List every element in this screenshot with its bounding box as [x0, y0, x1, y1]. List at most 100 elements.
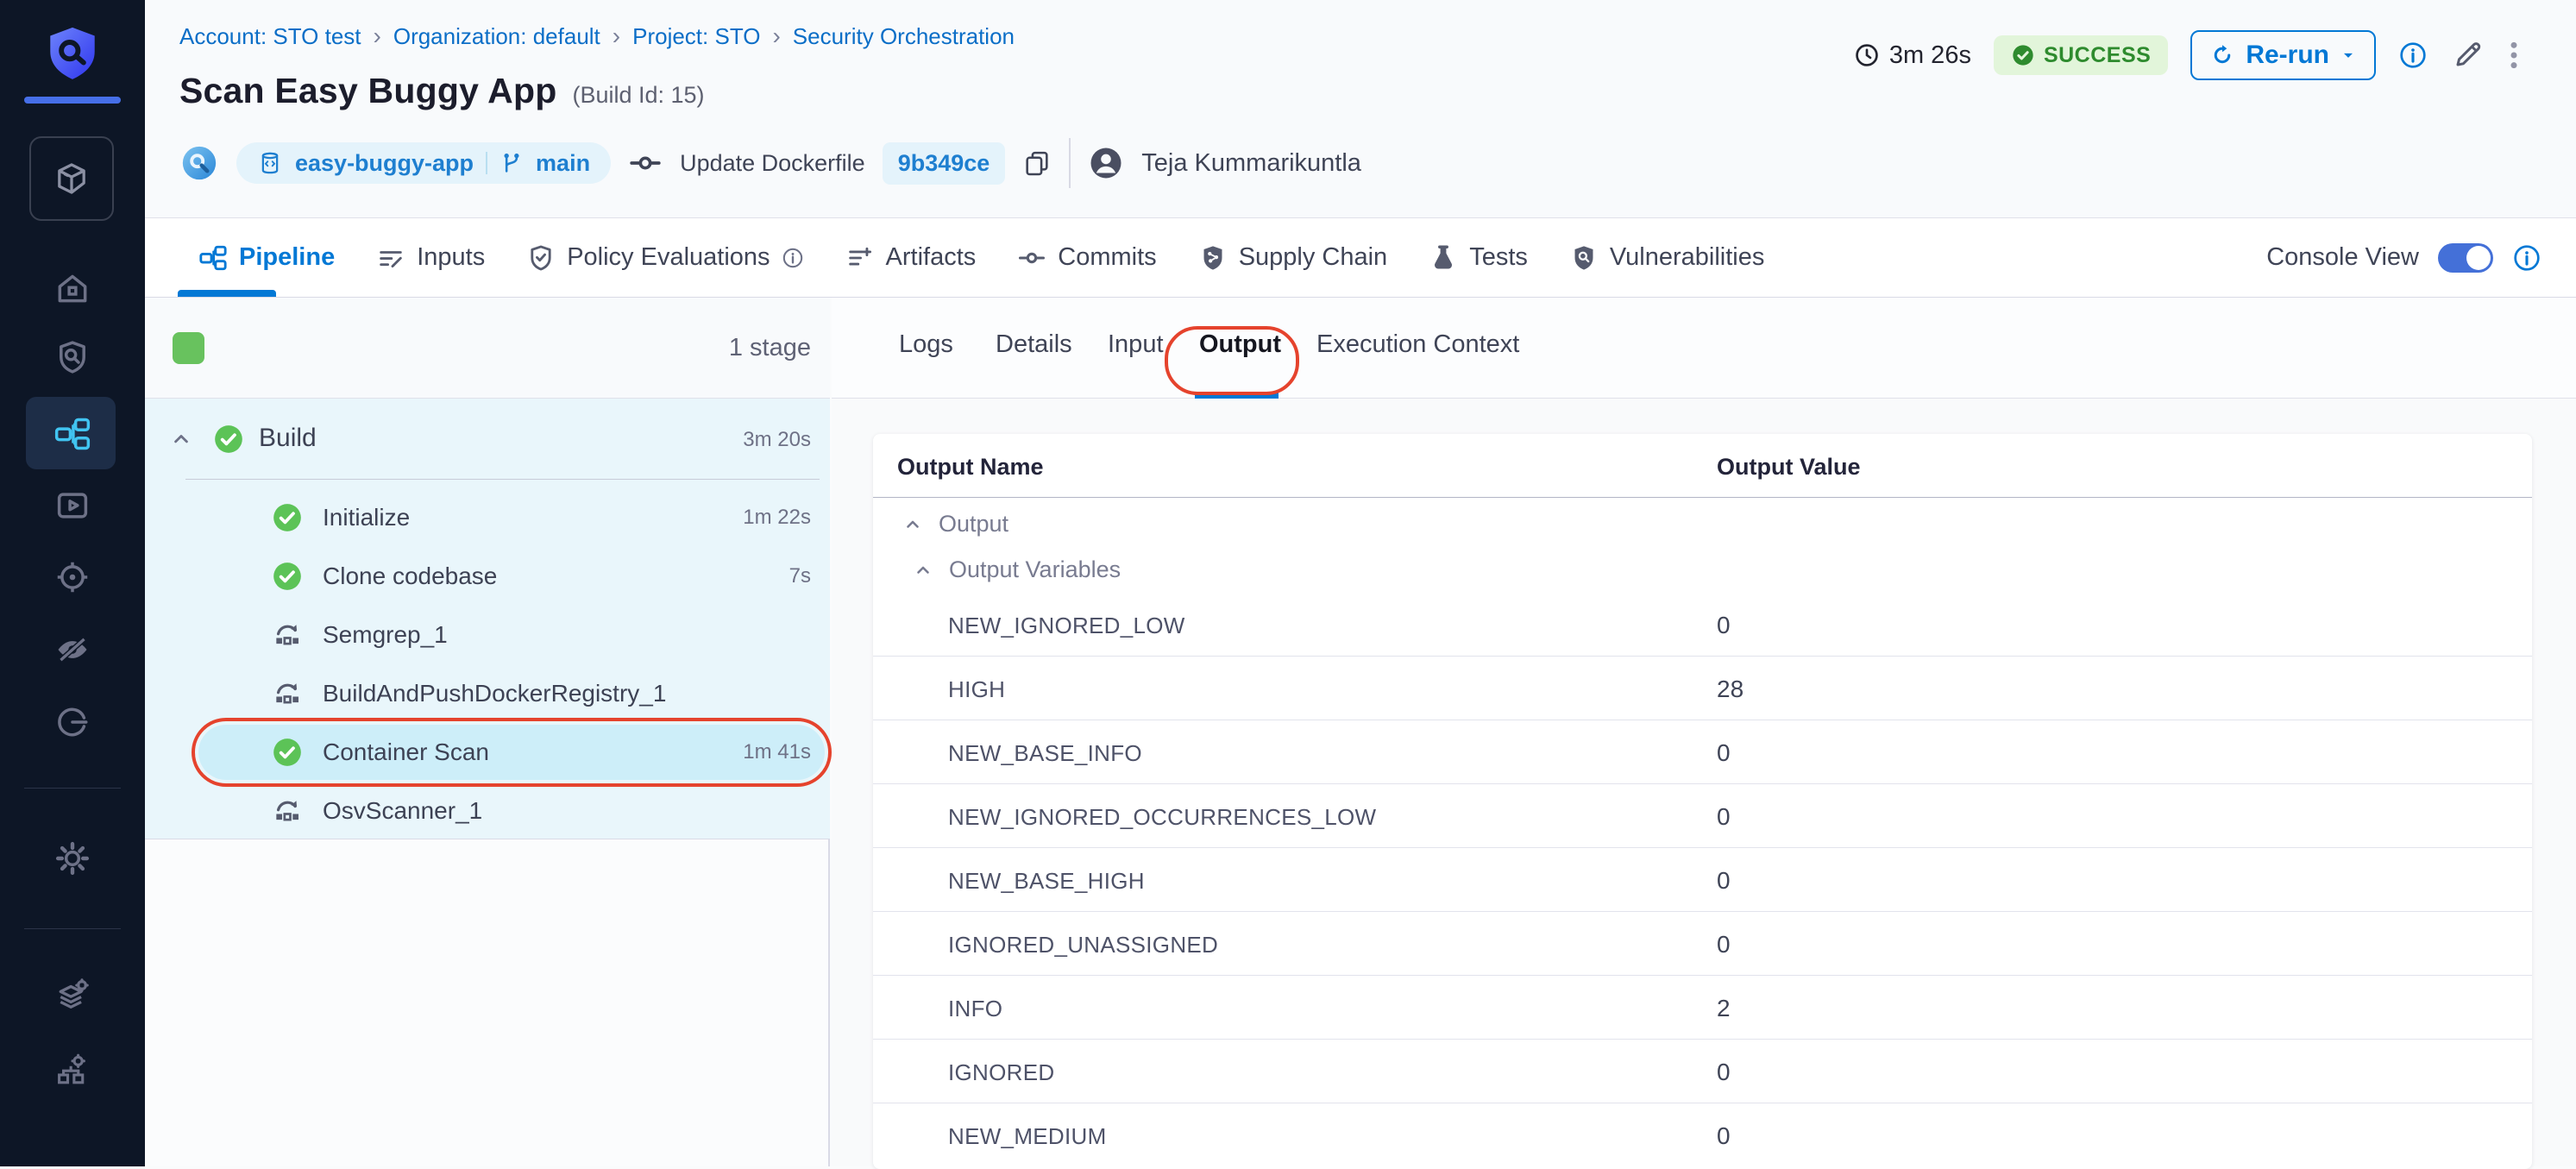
stage-label: Build — [259, 424, 317, 453]
commit-sha-pill[interactable]: 9b349ce — [883, 142, 1006, 185]
rail-divider — [24, 928, 121, 929]
repo-branch-pill[interactable]: easy-buggy-app main — [236, 142, 611, 184]
breadcrumb-module[interactable]: Security Orchestration — [793, 23, 1015, 50]
detail-tab-details[interactable]: Details — [996, 330, 1072, 359]
group-row-output-variables[interactable]: Output Variables — [873, 548, 2532, 593]
output-table-card: Output Name Output Value Output Output V… — [873, 434, 2532, 1169]
artifacts-icon — [845, 243, 875, 273]
detail-tab-execution-context[interactable]: Execution Context — [1316, 330, 1519, 359]
column-output-name: Output Name — [897, 454, 1044, 481]
chevron-up-icon[interactable] — [169, 427, 193, 451]
scans-nav-item[interactable] — [0, 338, 145, 376]
step-row-semgrep[interactable]: Semgrep_1 — [145, 606, 830, 664]
console-view-toggle[interactable] — [2438, 243, 2493, 273]
output-table-header: Output Name Output Value — [873, 434, 2532, 498]
meta-divider — [1069, 138, 1071, 188]
kebab-menu-icon[interactable] — [2507, 38, 2521, 72]
active-tab-underline — [178, 290, 276, 297]
author-name: Teja Kummarikuntla — [1141, 149, 1361, 178]
edit-pencil-icon[interactable] — [2450, 38, 2485, 72]
eye-off-icon — [53, 631, 91, 669]
home-nav-item[interactable] — [0, 269, 145, 307]
tab-inputs[interactable]: Inputs — [376, 243, 485, 273]
breadcrumb-account[interactable]: Account: STO test — [179, 23, 361, 50]
repo-name[interactable]: easy-buggy-app — [295, 150, 474, 177]
default-settings-nav-item[interactable] — [0, 976, 145, 1014]
executions-nav-item[interactable] — [0, 487, 145, 525]
output-var-row: INFO 2 — [873, 976, 2532, 1040]
vulnerabilities-shield-icon — [1569, 243, 1599, 273]
supply-chain-shield-icon — [1198, 243, 1228, 273]
org-structure-gear-icon — [53, 1050, 91, 1088]
layers-gear-icon — [53, 976, 91, 1014]
commit-message[interactable]: Update Dockerfile — [680, 150, 865, 177]
pipelines-nav-item[interactable] — [0, 415, 145, 453]
inputs-icon — [376, 243, 405, 273]
sto-shield-logo-icon[interactable] — [0, 26, 145, 85]
detail-tab-input[interactable]: Input — [1108, 330, 1164, 359]
output-var-row: NEW_IGNORED_OCCURRENCES_LOW 0 — [873, 784, 2532, 848]
step-row-clone-codebase[interactable]: Clone codebase 7s — [145, 547, 830, 606]
loop-strategy-icon — [271, 677, 304, 710]
chevron-up-icon[interactable] — [913, 560, 933, 581]
stage-count-label: 1 stage — [729, 334, 811, 362]
detail-tabbar: Logs Details Input Output Execution Cont… — [832, 298, 2576, 399]
step-row-buildandpush[interactable]: BuildAndPushDockerRegistry_1 — [145, 664, 830, 723]
build-id-label: (Build Id: 15) — [572, 82, 704, 109]
success-check-icon — [271, 560, 304, 593]
duration-wrap: 3m 26s — [1853, 41, 1971, 70]
tab-pipeline[interactable]: Pipeline — [198, 243, 335, 273]
tab-tests[interactable]: Tests — [1429, 243, 1528, 273]
tab-artifacts[interactable]: Artifacts — [845, 243, 977, 273]
repository-icon — [257, 150, 283, 176]
settings-nav-item[interactable] — [0, 839, 145, 877]
chevron-down-icon — [2340, 47, 2357, 64]
scan-shield-icon — [53, 338, 91, 376]
get-started-nav-item[interactable] — [0, 703, 145, 741]
build-meta-row: easy-buggy-app main Update Dockerfile 9b… — [179, 141, 1361, 185]
output-var-row: NEW_MEDIUM 0 — [873, 1103, 2532, 1167]
copy-icon[interactable] — [1022, 148, 1052, 178]
tab-commits[interactable]: Commits — [1017, 243, 1156, 273]
module-chooser-button[interactable] — [29, 136, 114, 221]
organizations-nav-item[interactable] — [0, 1050, 145, 1088]
loop-strategy-icon — [271, 619, 304, 651]
page-title: Scan Easy Buggy App — [179, 71, 556, 111]
stage-duration: 3m 20s — [743, 428, 811, 452]
info-icon[interactable] — [2512, 243, 2541, 273]
tab-policy-evaluations[interactable]: Policy Evaluations — [526, 243, 803, 273]
loop-strategy-icon — [271, 795, 304, 827]
pipelines-icon — [53, 415, 91, 453]
exemptions-nav-item[interactable] — [0, 631, 145, 669]
info-icon[interactable] — [2398, 41, 2428, 70]
rerun-button[interactable]: Re-run — [2190, 30, 2376, 80]
detail-tab-logs[interactable]: Logs — [899, 330, 953, 359]
tab-supply-chain[interactable]: Supply Chain — [1198, 243, 1388, 273]
breadcrumb-organization[interactable]: Organization: default — [393, 23, 600, 50]
annotation-ring-output-tab — [1165, 326, 1299, 395]
output-var-row: NEW_BASE_INFO 0 — [873, 720, 2532, 784]
step-row-initialize[interactable]: Initialize 1m 22s — [145, 488, 830, 547]
stage-row-build[interactable]: Build 3m 20s — [145, 399, 830, 480]
stage-status-square[interactable] — [173, 332, 204, 364]
group-row-output[interactable]: Output — [873, 498, 2532, 548]
column-output-value: Output Value — [1717, 454, 1861, 481]
pill-divider — [486, 152, 487, 174]
rerun-icon — [2209, 42, 2235, 68]
output-var-row: IGNORED 0 — [873, 1040, 2532, 1103]
stage-divider — [185, 479, 820, 480]
branch-name[interactable]: main — [536, 150, 590, 177]
info-icon[interactable] — [782, 247, 804, 269]
power-icon — [53, 703, 91, 741]
execution-header: Account: STO test › Organization: defaul… — [145, 0, 2576, 218]
chevron-up-icon[interactable] — [902, 514, 923, 535]
execution-tabbar: Pipeline Inputs Policy Evaluations — [145, 218, 2576, 298]
breadcrumb-project[interactable]: Project: STO — [632, 23, 760, 50]
targets-nav-item[interactable] — [0, 558, 145, 596]
step-row-osvscanner[interactable]: OsvScanner_1 — [145, 782, 830, 840]
gear-icon — [53, 839, 91, 877]
tab-vulnerabilities[interactable]: Vulnerabilities — [1569, 243, 1764, 273]
output-var-row: IGNORED_UNASSIGNED 0 — [873, 912, 2532, 976]
module-cube-icon — [52, 159, 91, 198]
policy-shield-icon — [526, 243, 556, 273]
